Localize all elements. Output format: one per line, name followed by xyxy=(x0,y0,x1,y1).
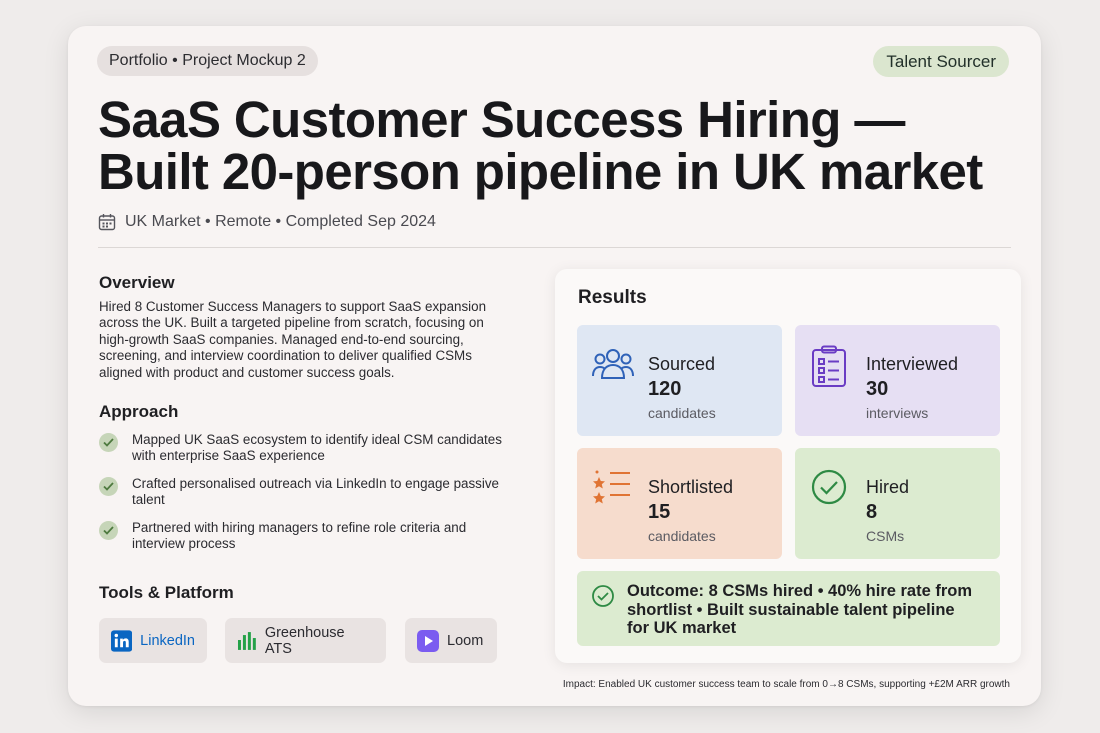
approach-item: Crafted personalised outreach via Linked… xyxy=(99,476,519,509)
outcome-banner: Outcome: 8 CSMs hired • 40% hire rate fr… xyxy=(577,571,1000,646)
greenhouse-icon xyxy=(237,631,256,650)
stat-unit: candidates xyxy=(648,528,716,544)
breadcrumb[interactable]: Portfolio • Project Mockup 2 xyxy=(97,46,318,76)
stat-value: 8 xyxy=(866,501,878,523)
tool-loom[interactable]: Loom xyxy=(405,618,497,663)
check-icon xyxy=(99,520,118,540)
tool-label: LinkedIn xyxy=(140,632,195,649)
overview-heading: Overview xyxy=(99,273,175,292)
page-title: SaaS Customer Success Hiring — Built 20-… xyxy=(98,91,983,200)
linkedin-icon xyxy=(111,629,133,652)
check-circle-icon xyxy=(592,585,614,607)
overview-text: Hired 8 Customer Success Managers to sup… xyxy=(99,299,487,380)
loom-icon xyxy=(417,629,439,652)
clipboard-list-icon xyxy=(812,345,846,387)
approach-item-text: Crafted personalised outreach via Linked… xyxy=(132,475,499,508)
check-icon xyxy=(99,433,118,452)
stat-shortlisted: Shortlisted 15 candidates xyxy=(577,448,782,559)
stat-hired: Hired 8 CSMs xyxy=(795,448,1000,559)
project-card: Portfolio • Project Mockup 2 Talent Sour… xyxy=(68,26,1041,706)
tools-heading: Tools & Platform xyxy=(99,583,234,602)
check-circle-icon xyxy=(811,469,847,505)
check-icon xyxy=(99,476,118,496)
stat-label: Interviewed xyxy=(866,354,959,374)
approach-heading: Approach xyxy=(99,402,179,421)
stat-label: Hired xyxy=(866,477,910,497)
people-icon xyxy=(592,349,634,379)
stat-value: 30 xyxy=(866,378,889,400)
stat-sourced: Sourced 120 candidates xyxy=(577,325,782,436)
star-list-icon xyxy=(593,470,630,504)
approach-item-text: Partnered with hiring managers to refine… xyxy=(132,519,467,552)
approach-item: Partnered with hiring managers to refine… xyxy=(99,520,519,553)
tool-linkedin[interactable]: LinkedIn xyxy=(99,618,207,663)
approach-item-text: Mapped UK SaaS ecosystem to identify ide… xyxy=(132,432,502,464)
stat-interviewed: Interviewed 30 interviews xyxy=(795,325,1000,436)
approach-item: Mapped UK SaaS ecosystem to identify ide… xyxy=(99,432,519,465)
impact-footnote: Impact: Enabled UK customer success team… xyxy=(562,679,1010,690)
results-panel: Results Sourced 120 candidates Interview… xyxy=(555,269,1021,663)
approach-list: Mapped UK SaaS ecosystem to identify ide… xyxy=(99,432,519,563)
stat-unit: candidates xyxy=(648,405,716,421)
project-meta: UK Market • Remote • Completed Sep 2024 xyxy=(98,212,436,232)
role-badge: Talent Sourcer xyxy=(873,46,1009,77)
stat-label: Shortlisted xyxy=(648,477,734,497)
stat-unit: interviews xyxy=(866,405,929,421)
tool-label: Greenhouse ATS xyxy=(264,624,345,657)
stat-unit: CSMs xyxy=(866,528,905,544)
stat-label: Sourced xyxy=(648,354,716,374)
stat-value: 120 xyxy=(648,378,682,400)
tool-greenhouse-ats[interactable]: Greenhouse ATS xyxy=(225,618,386,663)
outcome-text: Outcome: 8 CSMs hired • 40% hire rate fr… xyxy=(627,582,973,637)
tool-label: Loom xyxy=(447,632,484,649)
meta-text: UK Market • Remote • Completed Sep 2024 xyxy=(125,213,436,230)
results-heading: Results xyxy=(578,287,647,308)
stat-value: 15 xyxy=(648,501,671,523)
calendar-icon xyxy=(98,214,116,231)
divider xyxy=(98,247,1011,248)
